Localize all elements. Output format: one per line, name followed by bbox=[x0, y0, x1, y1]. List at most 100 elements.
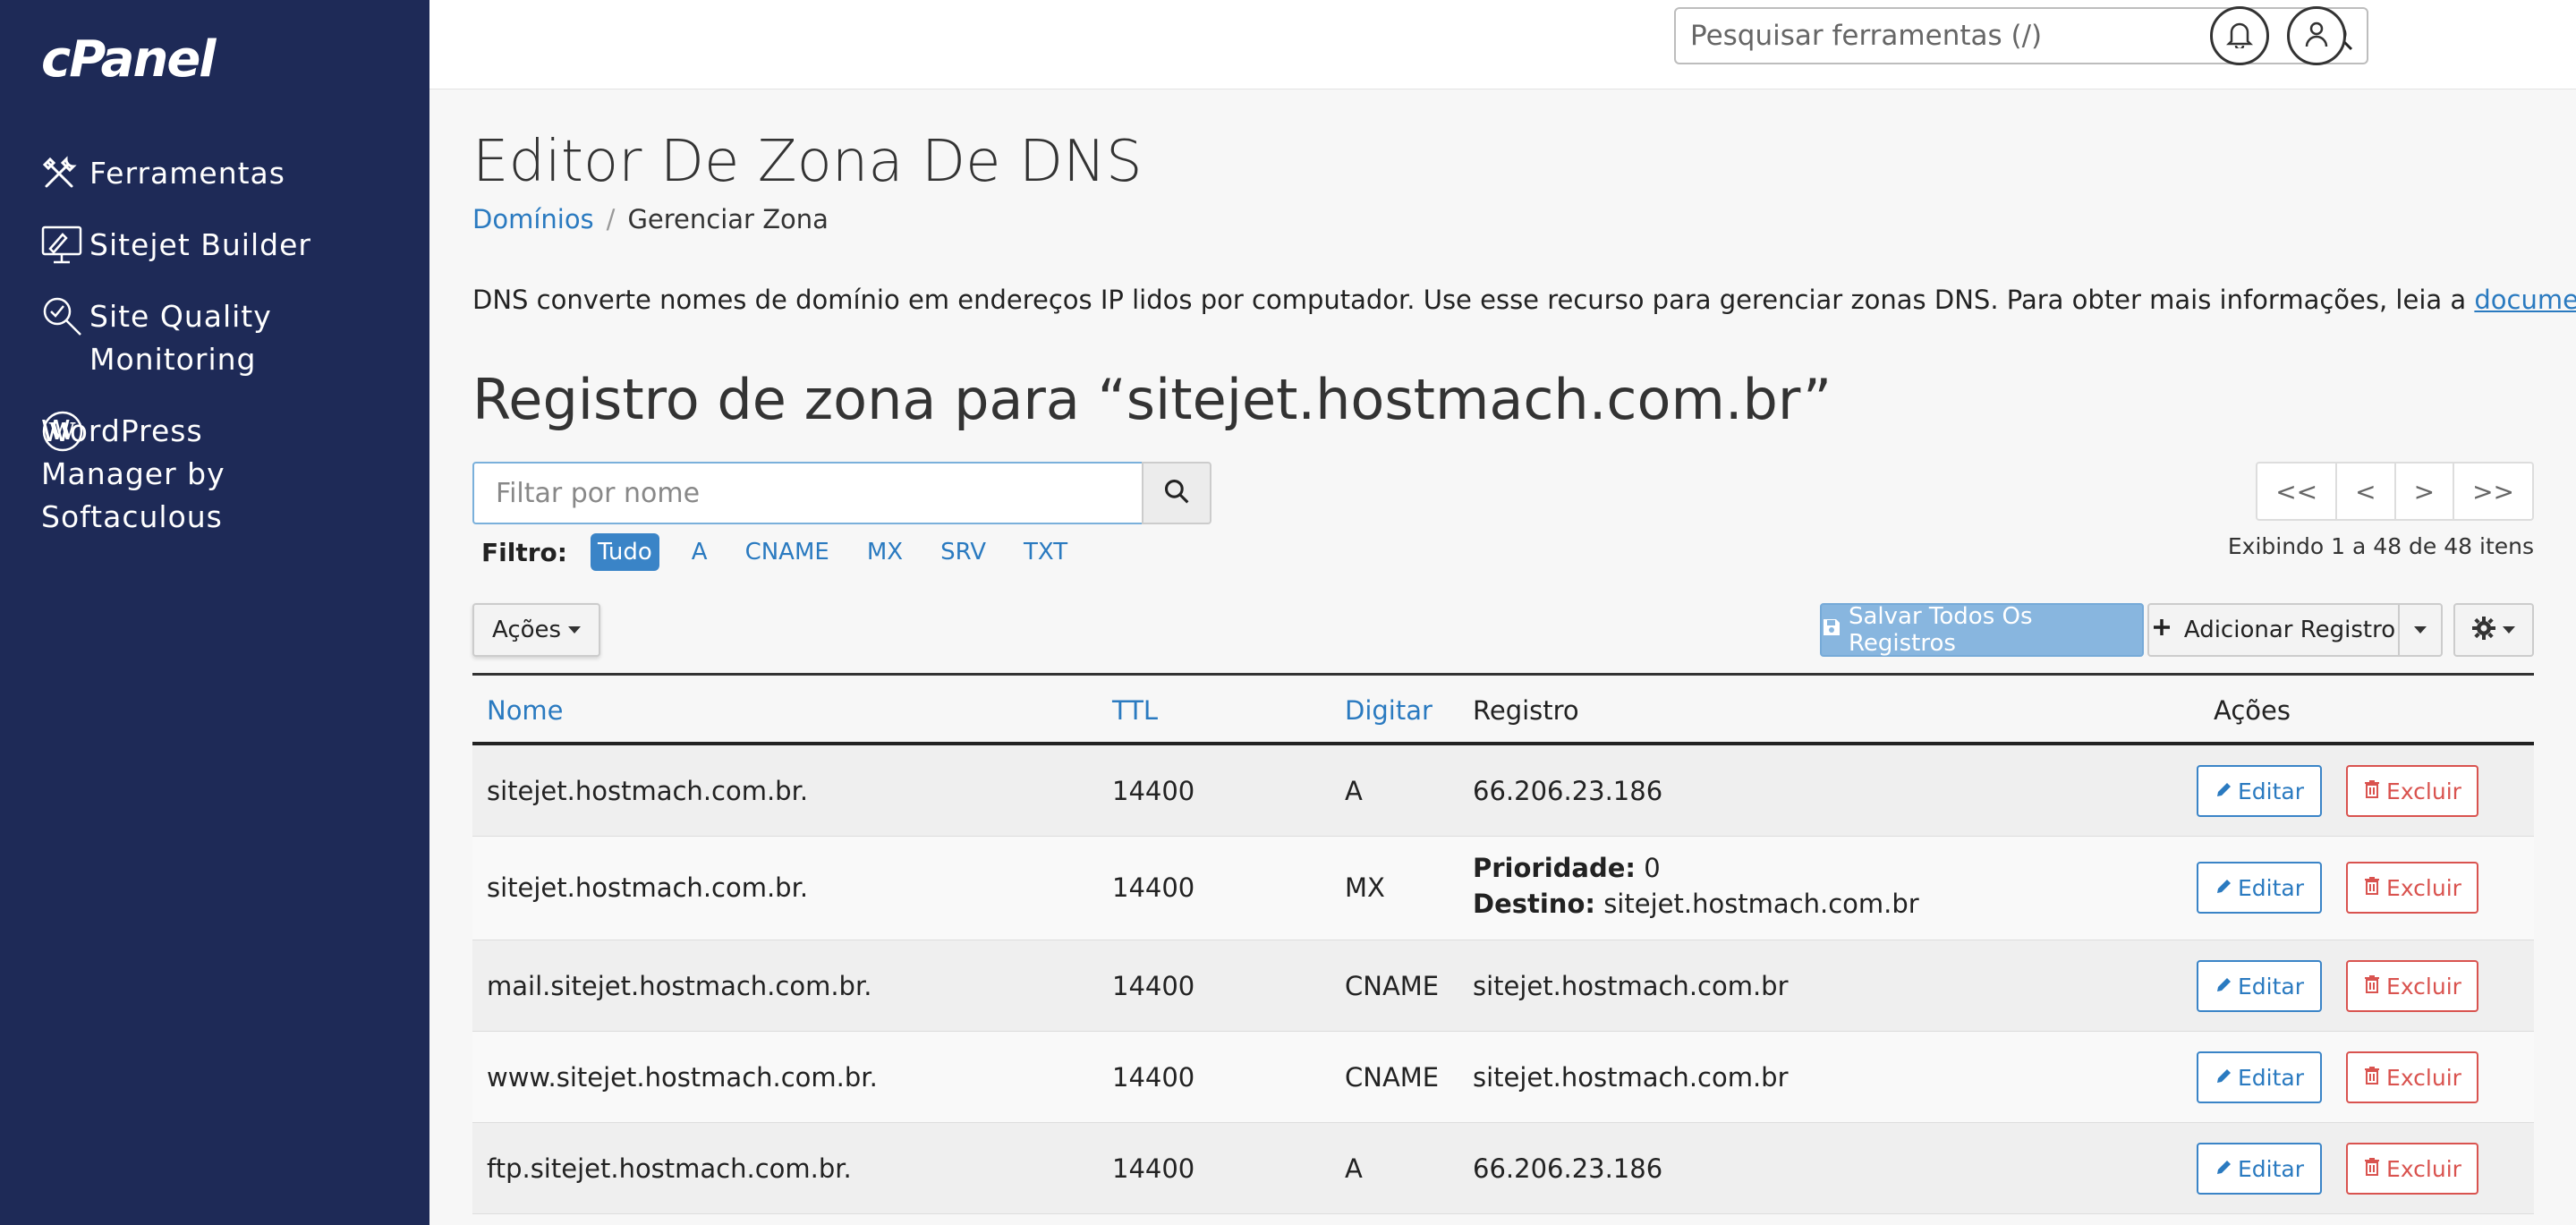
actions-dropdown-button[interactable]: Ações bbox=[472, 603, 601, 657]
filter-chip-srv[interactable]: SRV bbox=[935, 533, 991, 571]
edit-label: Editar bbox=[2237, 973, 2304, 1000]
chevron-down-icon bbox=[2503, 626, 2515, 634]
filter-search-button[interactable] bbox=[1142, 462, 1211, 524]
edit-label: Editar bbox=[2237, 778, 2304, 804]
sidebar-item-ferramentas[interactable]: Ferramentas bbox=[41, 152, 285, 195]
search-input[interactable] bbox=[1676, 20, 2302, 52]
description-text: DNS converte nomes de domínio em endereç… bbox=[472, 285, 2475, 315]
breadcrumb-domains-link[interactable]: Domínios bbox=[472, 204, 594, 234]
sidebar-item-wordpress[interactable]: W WordPress Manager by Softaculous bbox=[41, 410, 225, 539]
delete-button[interactable]: Excluir bbox=[2346, 1051, 2478, 1103]
table-row: mail.sitejet.hostmach.com.br. 14400 CNAM… bbox=[472, 940, 2534, 1032]
edit-label: Editar bbox=[2237, 874, 2304, 901]
plus-icon bbox=[2152, 617, 2172, 643]
column-header-ttl[interactable]: TTL bbox=[1112, 695, 1158, 726]
record-type: A bbox=[1345, 776, 1363, 806]
trash-icon bbox=[2363, 1065, 2386, 1091]
table-header: Nome TTL Digitar Registro Ações bbox=[472, 676, 2534, 745]
sidebar-item-label: WordPress Manager by Softaculous bbox=[41, 413, 225, 534]
edit-button[interactable]: Editar bbox=[2197, 765, 2322, 817]
chevron-down-icon bbox=[2414, 626, 2427, 634]
edit-button[interactable]: Editar bbox=[2197, 862, 2322, 914]
trash-icon bbox=[2363, 778, 2386, 804]
trash-icon bbox=[2363, 875, 2386, 901]
edit-button[interactable]: Editar bbox=[2197, 1051, 2322, 1103]
trash-icon bbox=[2363, 974, 2386, 1000]
sidebar-item-label: Ferramentas bbox=[89, 156, 285, 191]
record-priority: Prioridade: 0 bbox=[1473, 853, 1661, 883]
column-header-record: Registro bbox=[1473, 695, 1579, 726]
pagination-status: Exibindo 1 a 48 de 48 itens bbox=[2227, 533, 2534, 559]
gear-icon bbox=[2472, 617, 2495, 643]
edit-button[interactable]: Editar bbox=[2197, 1143, 2322, 1195]
edit-label: Editar bbox=[2237, 1064, 2304, 1091]
record-name: sitejet.hostmach.com.br. bbox=[487, 872, 809, 903]
record-name: mail.sitejet.hostmach.com.br. bbox=[487, 971, 872, 1001]
type-filter: Filtro: Tudo A CNAME MX SRV TXT bbox=[481, 533, 1100, 571]
bell-icon bbox=[2225, 20, 2254, 52]
zone-title: Registro de zona para “sitejet.hostmach.… bbox=[472, 367, 1832, 432]
save-icon bbox=[1822, 617, 1841, 643]
cpanel-logo[interactable]: cPanel bbox=[41, 30, 216, 89]
add-record-label: Adicionar Registro bbox=[2183, 617, 2396, 643]
record-value: sitejet.hostmach.com.br bbox=[1473, 1062, 1789, 1093]
delete-button[interactable]: Excluir bbox=[2346, 960, 2478, 1012]
filter-label: Filtro: bbox=[481, 537, 567, 567]
column-header-actions: Ações bbox=[2214, 695, 2291, 726]
trash-icon bbox=[2363, 1156, 2386, 1182]
table-row: ftp.sitejet.hostmach.com.br. 14400 A 66.… bbox=[472, 1123, 2534, 1214]
sidebar: cPanel Ferramentas Sitejet Builder Site … bbox=[0, 0, 429, 1225]
record-ttl: 14400 bbox=[1112, 1153, 1195, 1184]
filter-chip-txt[interactable]: TXT bbox=[1018, 533, 1073, 571]
record-ttl: 14400 bbox=[1112, 971, 1195, 1001]
pager-last-button[interactable]: >> bbox=[2453, 462, 2534, 521]
record-name: ftp.sitejet.hostmach.com.br. bbox=[487, 1153, 852, 1184]
pencil-icon bbox=[2215, 1065, 2238, 1091]
record-type: MX bbox=[1345, 872, 1385, 903]
record-value: sitejet.hostmach.com.br bbox=[1473, 971, 1789, 1001]
filter-chip-tudo[interactable]: Tudo bbox=[590, 533, 659, 571]
pager-prev-button[interactable]: < bbox=[2335, 462, 2396, 521]
pencil-icon bbox=[2215, 778, 2238, 804]
tools-icon bbox=[41, 152, 89, 195]
delete-button[interactable]: Excluir bbox=[2346, 765, 2478, 817]
save-all-records-button[interactable]: Salvar Todos Os Registros bbox=[1820, 603, 2144, 657]
page-title: Editor De Zona De DNS bbox=[472, 129, 1143, 195]
filter-by-name-input[interactable] bbox=[472, 462, 1143, 524]
filter-chip-cname[interactable]: CNAME bbox=[740, 533, 835, 571]
delete-label: Excluir bbox=[2386, 874, 2461, 901]
delete-label: Excluir bbox=[2386, 1155, 2461, 1182]
column-header-name[interactable]: Nome bbox=[487, 695, 564, 726]
breadcrumb: Domínios / Gerenciar Zona bbox=[472, 204, 829, 234]
add-record-button[interactable]: Adicionar Registro bbox=[2147, 603, 2400, 657]
documentation-link[interactable]: documentação 0 bbox=[2474, 285, 2576, 315]
pagination: << < > >> bbox=[2256, 462, 2534, 521]
table-row: www.sitejet.hostmach.com.br. 14400 CNAME… bbox=[472, 1032, 2534, 1123]
filter-chip-a[interactable]: A bbox=[686, 533, 713, 571]
record-name: sitejet.hostmach.com.br. bbox=[487, 776, 809, 806]
column-header-type[interactable]: Digitar bbox=[1345, 695, 1433, 726]
settings-dropdown-button[interactable] bbox=[2453, 603, 2534, 657]
notifications-button[interactable] bbox=[2210, 6, 2269, 65]
pencil-icon bbox=[2215, 1156, 2238, 1182]
edit-button[interactable]: Editar bbox=[2197, 960, 2322, 1012]
sidebar-item-site-quality[interactable]: Site Quality Monitoring bbox=[41, 295, 272, 381]
user-icon bbox=[2303, 20, 2330, 52]
add-record-dropdown-toggle[interactable] bbox=[2398, 603, 2443, 657]
sidebar-item-sitejet[interactable]: Sitejet Builder bbox=[41, 224, 311, 267]
user-menu-button[interactable] bbox=[2287, 6, 2346, 65]
record-ttl: 14400 bbox=[1112, 1062, 1195, 1093]
delete-label: Excluir bbox=[2386, 973, 2461, 1000]
record-type: CNAME bbox=[1345, 971, 1440, 1001]
table-row: sitejet.hostmach.com.br. 14400 A 66.206.… bbox=[472, 745, 2534, 837]
delete-label: Excluir bbox=[2386, 1064, 2461, 1091]
record-value: 66.206.23.186 bbox=[1473, 1153, 1663, 1184]
priority-label: Prioridade: bbox=[1473, 853, 1637, 883]
destination-label: Destino: bbox=[1473, 889, 1595, 919]
filter-chip-mx[interactable]: MX bbox=[862, 533, 908, 571]
actions-label: Ações bbox=[492, 617, 562, 643]
pager-first-button[interactable]: << bbox=[2256, 462, 2338, 521]
delete-button[interactable]: Excluir bbox=[2346, 1143, 2478, 1195]
pager-next-button[interactable]: > bbox=[2393, 462, 2455, 521]
delete-button[interactable]: Excluir bbox=[2346, 862, 2478, 914]
